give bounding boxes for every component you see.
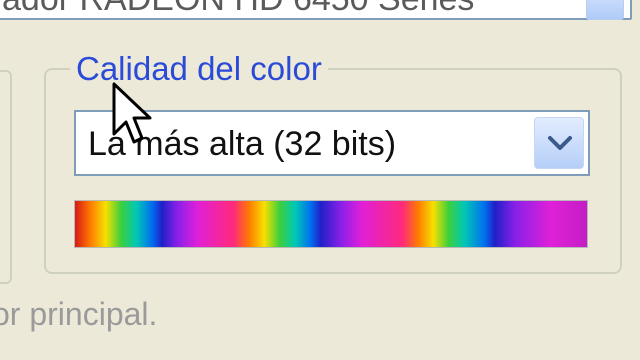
- display-adapter-dropdown-button[interactable]: [586, 0, 624, 20]
- mouse-pointer-icon: [112, 82, 152, 144]
- chevron-down-icon: [548, 136, 572, 150]
- color-quality-title: Calidad del color: [70, 50, 328, 88]
- footer-text: or principal.: [0, 296, 158, 332]
- color-spectrum-bar: [74, 200, 588, 248]
- display-adapter-value: ador RADEON HD 6450 Series: [2, 0, 474, 19]
- color-quality-dropdown-button[interactable]: [534, 117, 584, 169]
- display-adapter-combo[interactable]: ador RADEON HD 6450 Series: [0, 0, 632, 20]
- screen-resolution-group-edge: [0, 70, 12, 284]
